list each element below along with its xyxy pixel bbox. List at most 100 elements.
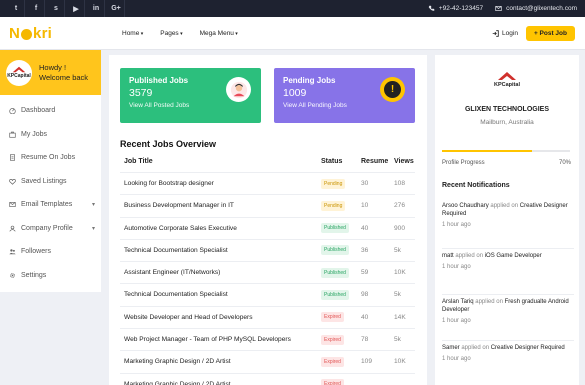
sidebar-item-my-jobs[interactable]: My Jobs (0, 123, 101, 147)
profile-progress-label: Profile Progress (442, 160, 485, 166)
email-contact[interactable]: contact@glixentech.com (495, 5, 577, 12)
avatar[interactable]: KPCapital (6, 59, 32, 86)
table-row[interactable]: Technical Documentation Specialist Publis… (120, 238, 415, 261)
profile-progress-fill (442, 150, 532, 152)
facebook-icon[interactable]: f (28, 0, 45, 17)
linkedin-icon[interactable]: in (88, 0, 105, 17)
nav-pages[interactable]: Pages (160, 30, 182, 37)
notification-item[interactable]: Samer applied on Creative Designer Requi… (442, 340, 574, 385)
status-badge: Expired (321, 379, 344, 385)
youtube-icon[interactable]: ▶ (68, 0, 85, 17)
sidebar-item-label: Dashboard (21, 107, 56, 115)
job-title[interactable]: Technical Documentation Specialist (124, 247, 228, 254)
skype-icon[interactable]: s (48, 0, 65, 17)
view-pending-jobs-link[interactable]: View All Pending Jobs (283, 102, 406, 109)
notification-user[interactable]: Arsoo Chaudhary (442, 203, 489, 209)
heart-icon (9, 178, 16, 185)
job-title[interactable]: Automotive Corporate Sales Executive (124, 225, 237, 232)
job-title[interactable]: Marketing Graphic Design / 2D Artist (124, 358, 231, 365)
twitter-icon[interactable]: t (8, 0, 25, 17)
chevron-down-icon: ▾ (91, 225, 95, 232)
chevron-down-icon: ▾ (91, 202, 95, 209)
mail-icon (9, 202, 16, 208)
notification-item[interactable]: Arslan Tariq applied on Fresh gradualte … (442, 294, 574, 340)
views-count: 10K (394, 358, 406, 366)
notification-target[interactable]: iOS Game Developer (485, 253, 542, 259)
sidebar-item-label: Saved Listings (21, 177, 67, 185)
view-posted-jobs-link[interactable]: View All Posted Jobs (129, 102, 252, 109)
job-title[interactable]: Technical Documentation Specialist (124, 291, 228, 298)
resume-count: 40 (361, 224, 369, 232)
table-row[interactable]: Technical Documentation Specialist Publis… (120, 283, 415, 305)
nav-menu: Home Pages Mega Menu (122, 30, 238, 37)
status-badge: Published (321, 245, 349, 256)
sidebar-item-label: My Jobs (21, 130, 48, 138)
post-job-button[interactable]: + Post Job (525, 25, 575, 41)
phone-contact[interactable]: +92-42-123457 (428, 5, 483, 12)
job-title[interactable]: Marketing Graphic Design / 2D Artist (124, 381, 231, 385)
sidebar-item-dashboard[interactable]: Dashboard (0, 99, 101, 123)
status-badge: Expired (321, 356, 344, 367)
table-row[interactable]: Marketing Graphic Design / 2D Artist Expi… (120, 372, 415, 385)
sidebar-item-email-templates[interactable]: Email Templates ▾ (0, 193, 101, 217)
nav-mega-menu[interactable]: Mega Menu (200, 30, 238, 37)
sidebar-item-label: Email Templates (21, 201, 73, 209)
table-row[interactable]: Looking for Bootstrap designer Pending 30 1… (120, 172, 415, 194)
login-label: Login (502, 29, 518, 37)
notification-target[interactable]: Creative Designer Required (491, 345, 565, 351)
notification-user[interactable]: Arslan Tariq (442, 299, 474, 305)
resume-count: 40 (361, 313, 369, 321)
notification-action: applied on (455, 253, 484, 259)
sidebar: KPCapital Howdy ! Welcome back Dashboard… (0, 50, 101, 292)
table-row[interactable]: Website Developer and Head of Developers… (120, 305, 415, 328)
login-link[interactable]: Login (492, 30, 518, 37)
notification-item[interactable]: Arsoo Chaudhary applied on Creative Desi… (442, 202, 574, 248)
notification-user[interactable]: matt (442, 253, 454, 259)
nav-home[interactable]: Home (122, 30, 143, 37)
table-row[interactable]: Web Project Manager - Team of PHP MySQL … (120, 328, 415, 350)
sidebar-item-followers[interactable]: Followers (0, 240, 101, 264)
job-title[interactable]: Looking for Bootstrap designer (124, 180, 214, 187)
phone-icon (428, 5, 435, 11)
status-badge: Published (321, 223, 349, 234)
main-content: Published Jobs 3579 View All Posted Jobs… (109, 55, 427, 385)
sidebar-item-settings[interactable]: Settings (0, 264, 101, 288)
resume-count: 78 (361, 336, 369, 344)
avatar-text: KPCapital (7, 73, 31, 79)
job-title[interactable]: Business Development Manager in IT (124, 202, 234, 209)
views-count: 10K (394, 269, 406, 277)
resume-count: 59 (361, 269, 369, 277)
notification-time: 1 hour ago (442, 222, 471, 229)
table-row[interactable]: Marketing Graphic Design / 2D Artist Expi… (120, 350, 415, 372)
published-jobs-card: Published Jobs 3579 View All Posted Jobs (120, 68, 261, 123)
warning-icon: ! (380, 77, 405, 102)
notification-time: 1 hour ago (442, 264, 471, 271)
views-count: 900 (394, 224, 406, 232)
sidebar-item-company-profile[interactable]: Company Profile ▾ (0, 217, 101, 241)
google-plus-icon[interactable]: G+ (108, 0, 125, 17)
notification-action: applied on (490, 203, 519, 209)
notification-user[interactable]: Samer (442, 345, 460, 351)
table-row[interactable]: Automotive Corporate Sales Executive Publ… (120, 216, 415, 239)
header-status: Status (321, 158, 343, 165)
table-row[interactable]: Assistant Engineer (IT/Networks) Publishe… (120, 261, 415, 283)
sidebar-item-saved-listings[interactable]: Saved Listings (0, 170, 101, 194)
briefcase-icon (9, 131, 16, 138)
greeting-line-2: Welcome back (39, 72, 89, 82)
notification-item[interactable]: matt applied on iOS Game Developer 1 hour… (442, 248, 574, 294)
notifications-list: Arsoo Chaudhary applied on Creative Desi… (442, 202, 574, 385)
header-views: Views (394, 158, 414, 165)
site-logo[interactable]: Nkri (9, 25, 52, 42)
resume-count: 10 (361, 202, 369, 210)
views-count: 5k (394, 336, 401, 344)
kpcapital-logo-icon (12, 66, 26, 73)
table-row[interactable]: Business Development Manager in IT Pendin… (120, 194, 415, 216)
job-title[interactable]: Website Developer and Head of Developers (124, 314, 253, 321)
job-title[interactable]: Web Project Manager - Team of PHP MySQL … (124, 336, 291, 343)
social-links: t f s ▶ in G+ (8, 0, 125, 17)
sidebar-item-resume-on-jobs[interactable]: Resume On Jobs (0, 146, 101, 170)
sidebar-item-label: Settings (21, 271, 47, 279)
job-title[interactable]: Assistant Engineer (IT/Networks) (124, 269, 220, 276)
resume-count: 109 (361, 358, 373, 366)
sidebar-profile: KPCapital Howdy ! Welcome back (0, 50, 101, 95)
